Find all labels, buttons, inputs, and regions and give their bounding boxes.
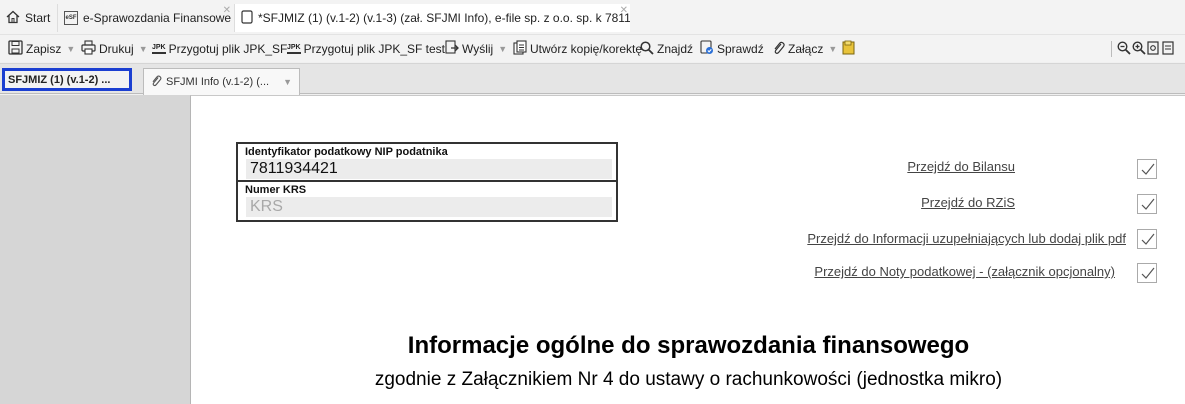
check-document-icon <box>700 40 714 58</box>
notes-button[interactable] <box>842 40 855 58</box>
fit-page-button[interactable] <box>1147 40 1159 58</box>
checkmark-icon <box>1141 163 1155 175</box>
link-nota-podatkowa[interactable]: Przejdź do Noty podatkowej - (załącznik … <box>814 264 1115 279</box>
link-bilans[interactable]: Przejdź do Bilansu <box>907 159 1015 174</box>
close-icon[interactable]: ✕ <box>620 5 628 16</box>
save-label: Zapisz <box>26 42 62 56</box>
document-tab-bar: SFJMIZ (1) (v.1-2) ... SFJMI Info (v.1-2… <box>0 63 1185 95</box>
informacje-checkbox[interactable] <box>1137 229 1157 249</box>
floppy-disk-icon <box>8 40 23 58</box>
nip-field[interactable]: 7811934421 <box>246 159 612 179</box>
prepare-jpk-test-label: Przygotuj plik JPK_SF test <box>303 42 446 56</box>
check-label: Sprawdź <box>717 42 764 56</box>
prepare-jpk-label: Przygotuj plik JPK_SF <box>168 42 288 56</box>
zoom-out-button[interactable] <box>1117 40 1131 58</box>
tab-sfjmiz-label: SFJMIZ (1) (v.1-2) ... <box>8 74 111 86</box>
save-button[interactable]: Zapisz ▼ <box>8 40 75 58</box>
tab-sfjmi-info-label: SFJMI Info (v.1-2) (... <box>166 76 270 88</box>
chevron-down-icon[interactable]: ▼ <box>139 44 148 54</box>
bilans-checkbox[interactable] <box>1137 159 1157 179</box>
page-subtitle: zgodnie z Załącznikiem Nr 4 do ustawy o … <box>374 369 1003 390</box>
link-informacje-uzupelniajace[interactable]: Przejdź do Informacji uzupełniających lu… <box>807 231 1126 246</box>
close-icon[interactable]: ✕ <box>223 5 231 16</box>
nip-label: Identyfikator podatkowy NIP podatnika <box>245 146 448 158</box>
chevron-down-icon[interactable]: ▼ <box>828 44 837 54</box>
send-label: Wyślij <box>462 42 494 56</box>
form-content: Identyfikator podatkowy NIP podatnika 78… <box>190 95 1185 404</box>
print-label: Drukuj <box>99 42 134 56</box>
nota-checkbox[interactable] <box>1137 263 1157 283</box>
rzis-checkbox[interactable] <box>1137 194 1157 214</box>
home-icon <box>6 10 20 27</box>
krs-label: Numer KRS <box>245 184 307 196</box>
find-button[interactable]: Znajdź <box>640 40 693 58</box>
page-icon <box>1162 40 1174 58</box>
paperclip-icon <box>772 40 785 58</box>
find-label: Znajdź <box>657 42 694 56</box>
checkmark-icon <box>1141 198 1155 210</box>
prepare-jpk-test-button[interactable]: JPK Przygotuj plik JPK_SF test <box>287 40 445 58</box>
checkmark-icon <box>1141 233 1155 245</box>
krs-field[interactable]: KRS <box>246 197 612 217</box>
copy-icon <box>513 40 527 58</box>
esf-icon: eSF <box>64 11 78 25</box>
krs-row: Numer KRS KRS <box>238 182 616 220</box>
paperclip-icon <box>150 74 162 90</box>
jpk-icon: JPK <box>287 44 301 54</box>
tab-document-label: *SFJMIZ (1) (v.1-2) (v.1-3) (zał. SFJMI … <box>258 11 630 25</box>
send-button[interactable]: Wyślij ▼ <box>445 40 507 58</box>
toolbar: Zapisz ▼ Drukuj ▼ JPK Przygotuj plik JPK… <box>0 34 1185 62</box>
check-button[interactable]: Sprawdź <box>700 40 764 58</box>
checkmark-icon <box>1141 267 1155 279</box>
toolbar-separator <box>1111 41 1112 57</box>
tab-esf-label: e-Sprawozdania Finansowe <box>83 11 232 25</box>
attach-button[interactable]: Załącz ▼ <box>772 40 837 58</box>
chevron-down-icon[interactable]: ▼ <box>498 44 507 54</box>
create-copy-label: Utwórz kopię/korektę <box>530 42 643 56</box>
prepare-jpk-button[interactable]: JPK Przygotuj plik JPK_SF <box>152 40 287 58</box>
sticky-note-icon <box>842 40 855 58</box>
tab-start[interactable]: Start <box>4 4 56 32</box>
taxpayer-id-box: Identyfikator podatkowy NIP podatnika 78… <box>236 142 618 222</box>
tab-sfjmiz-main[interactable]: SFJMIZ (1) (v.1-2) ... <box>2 68 132 91</box>
tab-start-label: Start <box>25 11 51 25</box>
print-button[interactable]: Drukuj ▼ <box>81 40 148 58</box>
tab-e-sprawozdania[interactable]: eSF e-Sprawozdania Finansowe ✕ <box>57 4 233 32</box>
link-rzis[interactable]: Przejdź do RZiS <box>921 195 1015 210</box>
nip-row: Identyfikator podatkowy NIP podatnika 78… <box>238 144 616 182</box>
top-tab-bar: Start eSF e-Sprawozdania Finansowe ✕ *SF… <box>0 0 1185 34</box>
create-copy-button[interactable]: Utwórz kopię/korektę <box>513 40 642 58</box>
side-panel <box>0 95 190 404</box>
page-view-button[interactable] <box>1162 40 1174 58</box>
attach-label: Załącz <box>788 42 824 56</box>
fit-page-icon <box>1147 40 1159 58</box>
zoom-in-button[interactable] <box>1132 40 1146 58</box>
chevron-down-icon[interactable]: ▼ <box>283 77 292 87</box>
send-icon <box>445 40 459 58</box>
zoom-in-icon <box>1132 40 1146 58</box>
printer-icon <box>81 40 96 58</box>
tab-document[interactable]: *SFJMIZ (1) (v.1-2) (v.1-3) (zał. SFJMI … <box>234 4 630 32</box>
page-title: Informacje ogólne do sprawozdania finans… <box>407 332 970 359</box>
zoom-out-icon <box>1117 40 1131 58</box>
chevron-down-icon[interactable]: ▼ <box>66 44 75 54</box>
tab-sfjmi-info[interactable]: SFJMI Info (v.1-2) (... ▼ <box>143 68 300 95</box>
search-icon <box>640 40 654 58</box>
jpk-icon: JPK <box>152 44 166 54</box>
document-icon <box>241 9 253 27</box>
